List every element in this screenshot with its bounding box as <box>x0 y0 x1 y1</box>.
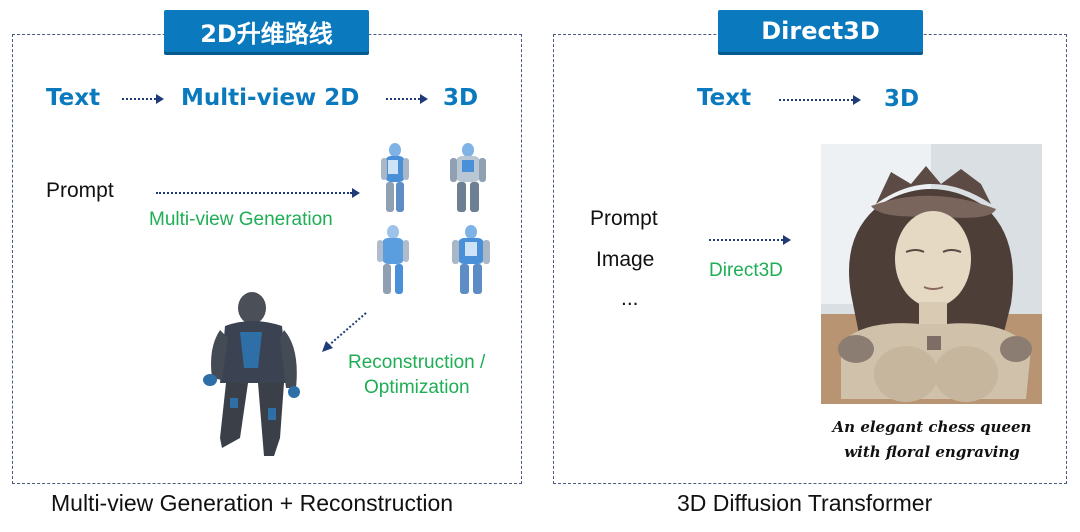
direct3d-method-label: Direct3D <box>709 260 783 281</box>
input-ellipsis: ... <box>621 287 639 310</box>
flow-arrow-right <box>779 95 861 105</box>
flow-text-left: Text <box>46 85 101 111</box>
direct3d-arrow <box>709 235 791 245</box>
queen-caption-line1: An elegant chess queen <box>832 418 1032 436</box>
prompt-label-left: Prompt <box>46 179 114 202</box>
right-caption: 3D Diffusion Transformer <box>677 490 933 516</box>
flow-multiview-2d: Multi-view 2D <box>181 85 360 111</box>
reconstructed-3d-robot-image <box>203 292 300 456</box>
input-prompt: Prompt <box>590 207 658 230</box>
flow-arrow-2 <box>386 94 428 104</box>
robot-back-view-image <box>377 225 409 294</box>
flow-3d-right: 3D <box>884 86 920 112</box>
left-caption: Multi-view Generation + Reconstruction <box>51 490 454 516</box>
reconstruction-label-line2: Optimization <box>364 377 470 398</box>
left-panel-title-tag: 2D升维路线 <box>164 10 369 52</box>
multiview-generation-label: Multi-view Generation <box>149 209 333 230</box>
reconstruction-arrow <box>322 312 367 352</box>
reconstruction-label-line1: Reconstruction / <box>348 352 486 373</box>
robot-side-view-image <box>381 143 409 212</box>
chess-queen-bust-image <box>821 144 1042 404</box>
robot-rear-front-view-image <box>452 225 490 294</box>
queen-caption-line2: with floral engraving <box>844 443 1020 461</box>
input-image: Image <box>596 248 655 271</box>
flow-3d-left: 3D <box>443 85 479 111</box>
multiview-arrow <box>156 188 360 198</box>
flow-arrow-1 <box>122 94 164 104</box>
flow-text-right: Text <box>697 85 752 111</box>
robot-front-view-image <box>450 143 486 212</box>
right-panel-title-tag: Direct3D <box>718 10 923 52</box>
